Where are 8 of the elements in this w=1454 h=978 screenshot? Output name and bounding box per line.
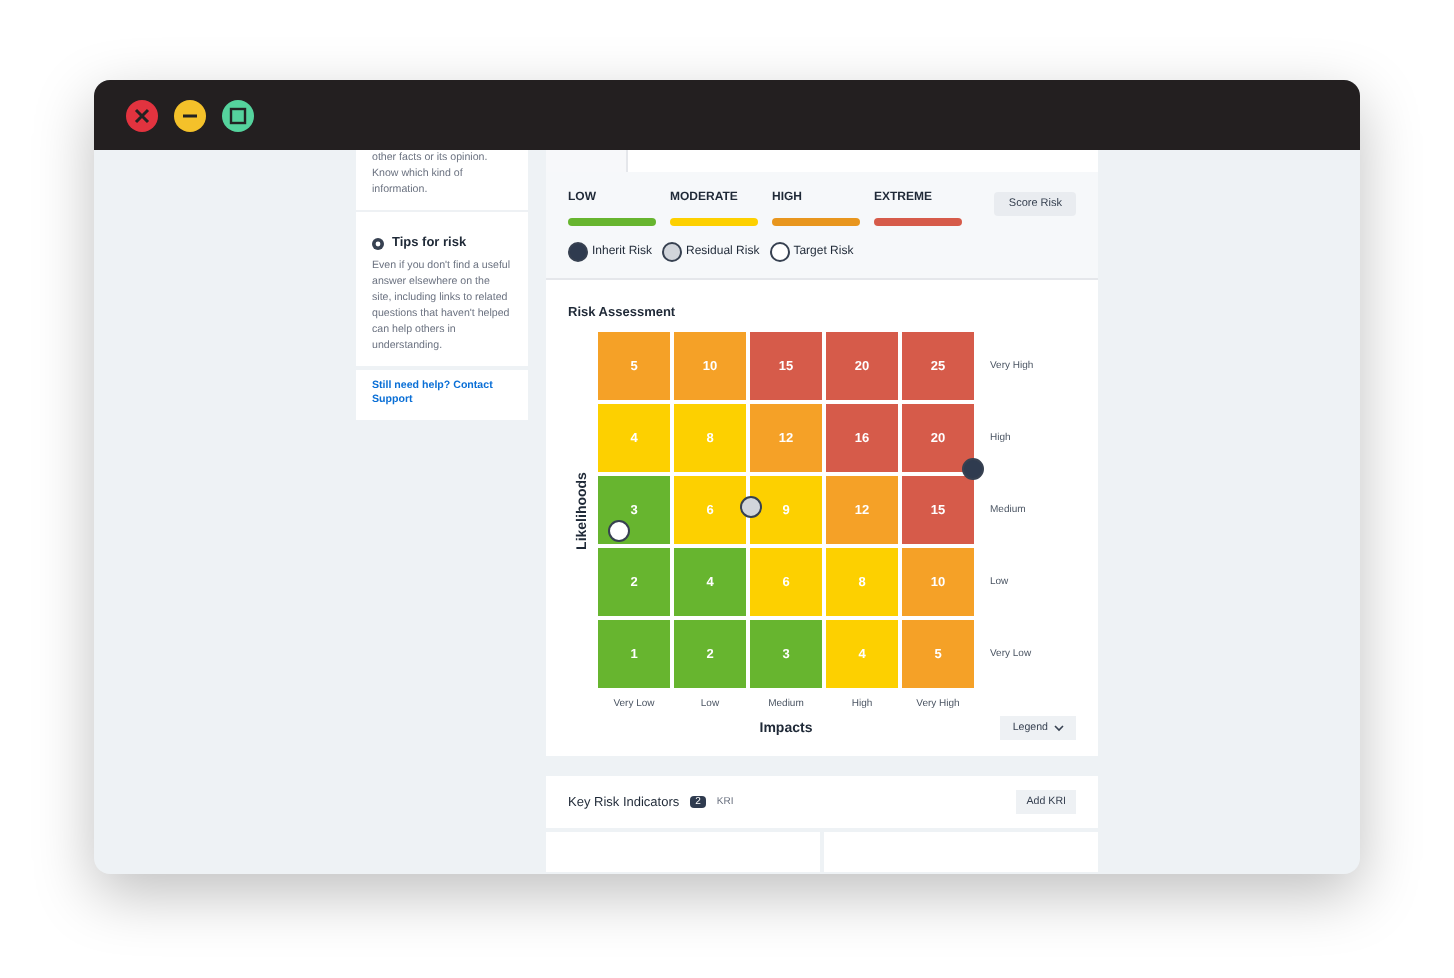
chevron-down-icon [1054,724,1064,732]
marker-dot [769,242,790,262]
marker-dot [568,242,588,262]
risk-marker[interactable] [962,458,984,480]
minimize-icon[interactable] [174,99,206,131]
maximize-icon[interactable] [222,99,254,131]
close-icon[interactable] [126,99,158,131]
marker-dot [662,242,683,262]
